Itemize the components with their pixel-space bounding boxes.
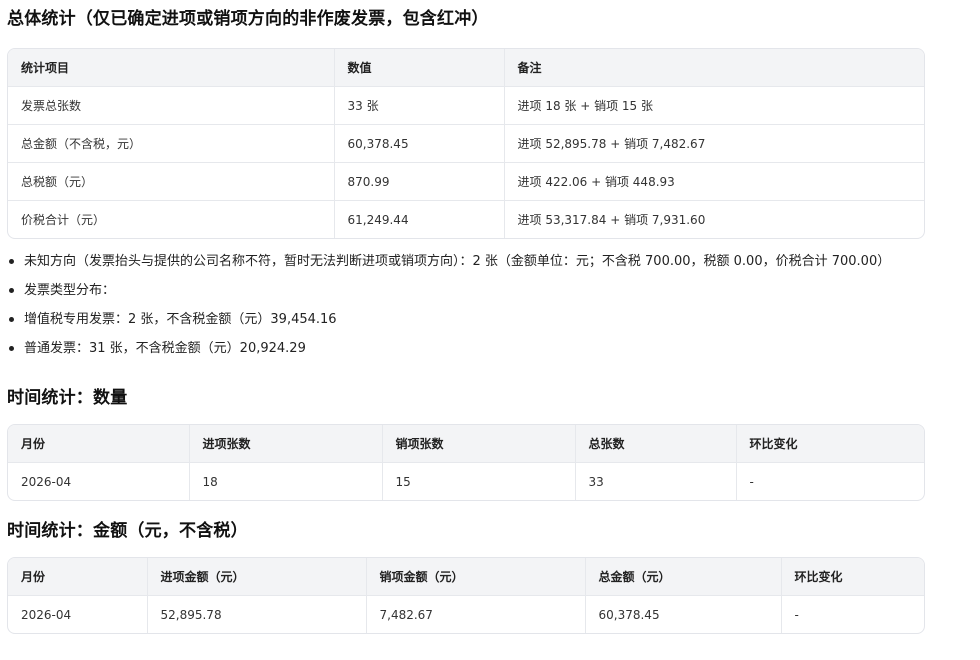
list-item: 发票类型分布：: [7, 276, 980, 305]
overall-stats-heading: 总体统计（仅已确定进项或销项方向的非作废发票，包含红冲）: [7, 9, 489, 29]
table-row: 2026-04 52,895.78 7,482.67 60,378.45 -: [8, 595, 924, 633]
column-header: 环比变化: [781, 558, 924, 596]
column-header: 备注: [504, 49, 924, 87]
column-header: 数值: [334, 49, 505, 87]
report-page: 总体统计（仅已确定进项或销项方向的非作废发票，包含红冲） 统计项目 数值 备注 …: [0, 0, 980, 634]
amount-stats-heading: 时间统计：金额（元，不含税）: [7, 521, 248, 541]
list-item: 普通发票：31 张，不含税金额（元）20,924.29: [7, 334, 980, 363]
column-header: 进项金额（元）: [147, 558, 367, 596]
table-header-row: 月份 进项金额（元） 销项金额（元） 总金额（元） 环比变化: [8, 558, 924, 596]
table-cell: 总金额（不含税，元）: [8, 124, 335, 163]
table-cell: 33: [575, 462, 737, 500]
table-cell: 15: [382, 462, 576, 500]
list-item: 未知方向（发票抬头与提供的公司名称不符，暂时无法判断进项或销项方向）：2 张（金…: [7, 247, 980, 276]
table-cell: 2026-04: [8, 595, 148, 633]
table-row: 总税额（元） 870.99 进项 422.06 + 销项 448.93: [8, 162, 924, 201]
table-row: 发票总张数 33 张 进项 18 张 + 销项 15 张: [8, 86, 924, 125]
table-cell: 进项 18 张 + 销项 15 张: [504, 86, 924, 125]
table-cell: -: [794, 607, 799, 622]
table-cell: 60,378.45: [585, 595, 782, 633]
table-cell: 进项 53,317.84 + 销项 7,931.60: [517, 213, 706, 227]
table-cell: 价税合计（元）: [8, 200, 335, 238]
table-cell: 52,895.78: [147, 595, 367, 633]
table-row: 价税合计（元） 61,249.44 进项 53,317.84 + 销项 7,93…: [8, 200, 924, 238]
table-row: 总金额（不含税，元） 60,378.45 进项 52,895.78 + 销项 7…: [8, 124, 924, 163]
table-header-row: 月份 进项张数 销项张数 总张数 环比变化: [8, 425, 924, 463]
column-header: 销项张数: [382, 425, 576, 463]
column-header: 统计项目: [8, 49, 335, 87]
column-header: 进项张数: [189, 425, 383, 463]
table-cell: -: [749, 474, 754, 489]
table-cell: 进项 52,895.78 + 销项 7,482.67: [504, 124, 924, 163]
table-cell: 发票总张数: [8, 86, 335, 125]
column-header: 月份: [8, 558, 148, 596]
column-header: 环比变化: [736, 425, 924, 463]
column-header: 月份: [8, 425, 190, 463]
table-cell: 2026-04: [8, 462, 190, 500]
table-header-row: 统计项目 数值 备注: [8, 49, 924, 87]
table-cell: 33 张: [334, 86, 505, 125]
table-cell: 18: [189, 462, 383, 500]
count-stats-table: 月份 进项张数 销项张数 总张数 环比变化 2026-04 18 15 33 -: [7, 424, 925, 501]
column-header: 销项金额（元）: [366, 558, 586, 596]
count-stats-heading: 时间统计：数量: [7, 388, 128, 408]
table-cell: 总税额（元）: [8, 162, 335, 201]
column-header: 总张数: [575, 425, 737, 463]
table-cell: 870.99: [334, 162, 505, 201]
amount-stats-table: 月份 进项金额（元） 销项金额（元） 总金额（元） 环比变化 2026-04 5…: [7, 557, 925, 634]
list-item: 增值税专用发票：2 张，不含税金额（元）39,454.16: [7, 305, 980, 334]
table-cell: 61,249.44: [334, 200, 505, 238]
table-cell: 60,378.45: [334, 124, 505, 163]
column-header: 总金额（元）: [585, 558, 782, 596]
notes-list: 未知方向（发票抬头与提供的公司名称不符，暂时无法判断进项或销项方向）：2 张（金…: [7, 247, 980, 363]
overall-stats-table: 统计项目 数值 备注 发票总张数 33 张 进项 18 张 + 销项 15 张 …: [7, 48, 925, 239]
table-row: 2026-04 18 15 33 -: [8, 462, 924, 500]
table-cell: 7,482.67: [366, 595, 586, 633]
table-cell: 进项 422.06 + 销项 448.93: [504, 162, 924, 201]
